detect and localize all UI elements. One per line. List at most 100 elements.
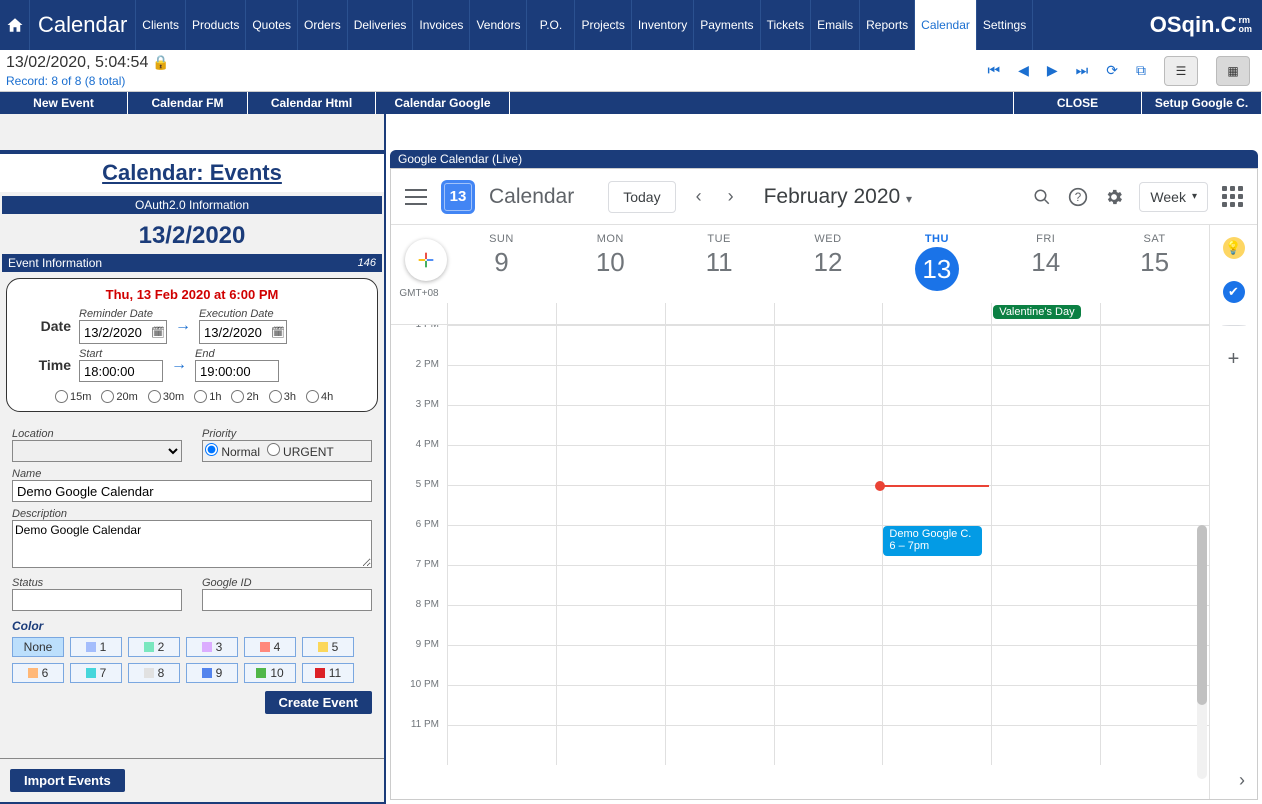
hour-cell[interactable] <box>774 325 883 365</box>
hour-cell[interactable] <box>882 605 991 645</box>
status-input[interactable] <box>12 589 182 611</box>
color-3[interactable]: 3 <box>186 637 238 657</box>
hour-cell[interactable] <box>774 405 883 445</box>
hour-cell[interactable] <box>556 685 665 725</box>
nav-tab-clients[interactable]: Clients <box>136 0 186 50</box>
hour-cell[interactable] <box>1100 645 1209 685</box>
hour-cell[interactable] <box>1100 685 1209 725</box>
nav-tab-products[interactable]: Products <box>186 0 246 50</box>
nav-tab-invoices[interactable]: Invoices <box>413 0 470 50</box>
nav-tab-emails[interactable]: Emails <box>811 0 860 50</box>
next-week-icon[interactable]: › <box>722 186 740 207</box>
hour-cell[interactable] <box>774 525 883 565</box>
keep-icon[interactable]: 💡 <box>1223 237 1245 259</box>
hour-cell[interactable] <box>1100 565 1209 605</box>
calendar-google-button[interactable]: Calendar Google <box>376 92 510 114</box>
nav-tab-settings[interactable]: Settings <box>977 0 1033 50</box>
hour-cell[interactable] <box>774 645 883 685</box>
today-button[interactable]: Today <box>608 181 675 213</box>
hour-cell[interactable] <box>556 645 665 685</box>
hour-cell[interactable] <box>665 685 774 725</box>
hour-cell[interactable] <box>556 485 665 525</box>
oauth-bar[interactable]: OAuth2.0 Information <box>2 196 382 214</box>
settings-icon[interactable] <box>1103 186 1125 208</box>
hour-cell[interactable] <box>665 485 774 525</box>
hour-cell[interactable] <box>882 685 991 725</box>
color-none[interactable]: None <box>12 637 64 657</box>
hour-cell[interactable] <box>882 445 991 485</box>
nav-tab-orders[interactable]: Orders <box>298 0 348 50</box>
add-addon-icon[interactable]: + <box>1223 348 1245 370</box>
hour-cell[interactable] <box>447 645 556 685</box>
color-7[interactable]: 7 <box>70 663 122 683</box>
duration-15m[interactable]: 15m <box>55 390 91 403</box>
hours-grid[interactable]: 1 PM2 PM3 PM4 PM5 PM6 PM7 PM8 PM9 PM10 P… <box>391 325 1209 799</box>
allday-cell[interactable] <box>447 303 556 324</box>
allday-cell[interactable]: Valentine's Day <box>991 303 1100 324</box>
hour-cell[interactable] <box>665 645 774 685</box>
hour-cell[interactable] <box>774 685 883 725</box>
hour-cell[interactable] <box>991 525 1100 565</box>
hour-cell[interactable] <box>556 525 665 565</box>
scrollbar-thumb[interactable] <box>1197 525 1207 705</box>
color-8[interactable]: 8 <box>128 663 180 683</box>
allday-cell[interactable] <box>1100 303 1209 324</box>
tasks-icon[interactable]: ✔ <box>1223 281 1245 303</box>
hour-cell[interactable] <box>665 365 774 405</box>
hour-cell[interactable] <box>1100 525 1209 565</box>
hour-cell[interactable] <box>991 685 1100 725</box>
hour-cell[interactable] <box>665 525 774 565</box>
hour-cell[interactable] <box>447 605 556 645</box>
nav-tab-quotes[interactable]: Quotes <box>246 0 298 50</box>
hour-cell[interactable] <box>447 485 556 525</box>
day-header-tue[interactable]: TUE11 <box>665 225 774 303</box>
hour-cell[interactable] <box>447 445 556 485</box>
hour-cell[interactable] <box>774 445 883 485</box>
hour-cell[interactable] <box>665 605 774 645</box>
day-header-wed[interactable]: WED12 <box>774 225 883 303</box>
hour-cell[interactable] <box>882 645 991 685</box>
menu-icon[interactable] <box>405 189 427 205</box>
hour-cell[interactable] <box>1100 365 1209 405</box>
hour-cell[interactable] <box>1100 325 1209 365</box>
color-10[interactable]: 10 <box>244 663 296 683</box>
hour-cell[interactable] <box>991 565 1100 605</box>
new-event-button[interactable]: New Event <box>0 92 128 114</box>
hour-cell[interactable] <box>665 445 774 485</box>
nav-tab-calendar[interactable]: Calendar <box>915 0 977 50</box>
popout-icon[interactable]: ⧉ <box>1136 62 1146 79</box>
hour-cell[interactable] <box>882 565 991 605</box>
calendar-html-button[interactable]: Calendar Html <box>248 92 376 114</box>
hour-cell[interactable] <box>1100 405 1209 445</box>
close-button[interactable]: CLOSE <box>1014 92 1142 114</box>
duration-4h[interactable]: 4h <box>306 390 333 403</box>
hour-cell[interactable] <box>556 565 665 605</box>
home-icon[interactable] <box>0 0 30 50</box>
color-5[interactable]: 5 <box>302 637 354 657</box>
nav-next-icon[interactable]: ▶ <box>1047 62 1058 79</box>
end-time-input[interactable] <box>195 360 279 382</box>
hour-cell[interactable] <box>665 405 774 445</box>
apps-icon[interactable] <box>1222 186 1243 207</box>
duration-2h[interactable]: 2h <box>231 390 258 403</box>
nav-tab-payments[interactable]: Payments <box>694 0 760 50</box>
priority-normal[interactable]: Normal <box>205 445 260 459</box>
hour-cell[interactable] <box>556 325 665 365</box>
hour-cell[interactable] <box>447 525 556 565</box>
hour-cell[interactable] <box>447 325 556 365</box>
hour-cell[interactable] <box>556 365 665 405</box>
hour-cell[interactable] <box>447 365 556 405</box>
calendar-event[interactable]: Demo Google C.6 – 7pm <box>883 526 982 556</box>
hour-cell[interactable] <box>774 485 883 525</box>
hour-cell[interactable] <box>991 405 1100 445</box>
hour-cell[interactable] <box>991 445 1100 485</box>
duration-30m[interactable]: 30m <box>148 390 184 403</box>
hour-cell[interactable] <box>447 565 556 605</box>
allday-event[interactable]: Valentine's Day <box>993 305 1080 319</box>
duration-3h[interactable]: 3h <box>269 390 296 403</box>
hour-cell[interactable] <box>991 325 1100 365</box>
nav-tab-inventory[interactable]: Inventory <box>632 0 694 50</box>
calendar-icon[interactable]: 🗓 <box>150 324 166 340</box>
setup-google-button[interactable]: Setup Google C. <box>1142 92 1262 114</box>
prev-week-icon[interactable]: ‹ <box>690 186 708 207</box>
